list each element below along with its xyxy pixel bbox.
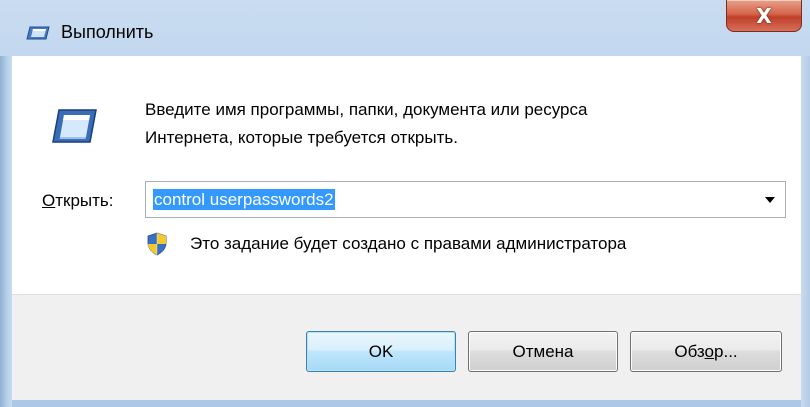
browse-label-start: Обз [674, 341, 705, 361]
run-icon [26, 26, 50, 40]
close-icon: X [756, 3, 772, 28]
open-combobox[interactable]: control userpasswords2 [145, 181, 786, 218]
run-program-icon [52, 109, 97, 143]
window-title: Выполнить [61, 22, 154, 42]
open-field-label: Открыть: [42, 191, 114, 211]
browse-button-label: Обзор... [674, 342, 737, 362]
window-frame-left [0, 56, 12, 407]
admin-rights-note: Это задание будет создано с правами адми… [190, 234, 627, 253]
cancel-button-label: Отмена [512, 341, 574, 361]
uac-shield-icon [147, 232, 167, 256]
close-button[interactable]: X [726, 0, 802, 32]
open-label-access-key: О [42, 191, 56, 210]
browse-button[interactable]: Обзор... [630, 331, 782, 372]
description-line-1: Введите имя программы, папки, документа … [145, 100, 588, 119]
browse-label-access-key: о [704, 341, 715, 361]
chevron-down-icon [765, 196, 775, 203]
browse-label-end: р... [714, 341, 738, 361]
run-dialog-window: Выполнить X Введите имя программы, папки… [0, 0, 810, 407]
cancel-button[interactable]: Отмена [468, 331, 618, 372]
window-frame-right [801, 56, 810, 407]
open-input[interactable]: control userpasswords2 [153, 189, 335, 210]
dialog-content [12, 56, 801, 294]
combobox-dropdown-button[interactable] [755, 182, 785, 217]
open-label-text: ткрыть: [55, 191, 114, 210]
ok-button[interactable]: OK [306, 331, 456, 372]
ok-button-label: OK [368, 341, 394, 361]
description-line-2: Интернета, которые требуется открыть. [145, 128, 458, 147]
title-bar[interactable]: Выполнить X [0, 0, 810, 56]
dialog-description: Введите имя программы, папки, документа … [145, 96, 765, 152]
